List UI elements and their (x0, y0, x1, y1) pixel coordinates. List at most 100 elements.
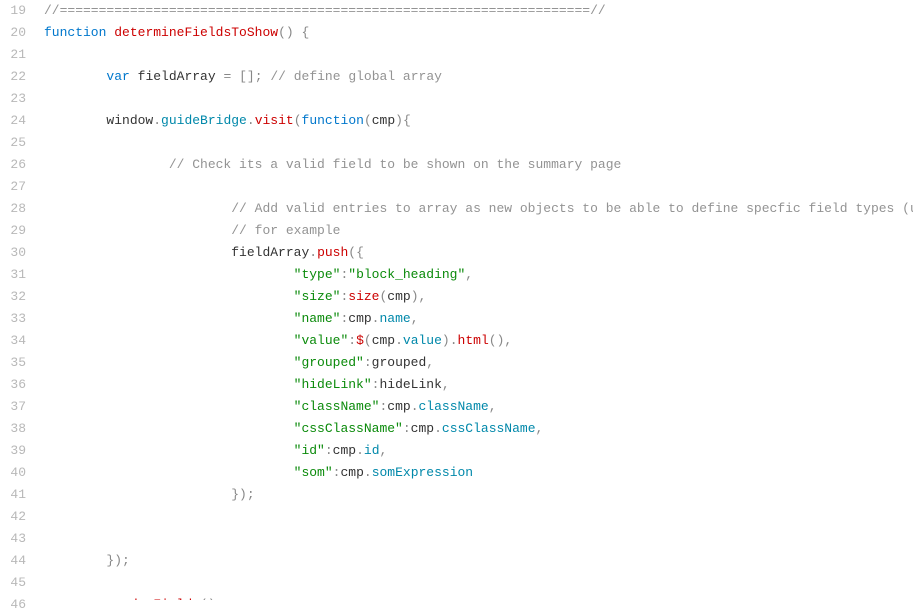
code-token: // define global array (270, 69, 442, 84)
code-line[interactable]: function determineFieldsToShow() { (44, 22, 913, 44)
line-number: 43 (0, 528, 26, 550)
code-token: . (247, 113, 255, 128)
code-line[interactable]: var fieldArray = []; // define global ar… (44, 66, 913, 88)
code-line[interactable]: fieldArray.push({ (44, 242, 913, 264)
code-token: cmp (411, 421, 434, 436)
code-token: , (419, 289, 427, 304)
code-token: "grouped" (294, 355, 364, 370)
code-token: . (395, 333, 403, 348)
line-number: 31 (0, 264, 26, 286)
line-number: 38 (0, 418, 26, 440)
code-line[interactable]: // Add valid entries to array as new obj… (44, 198, 913, 220)
code-token: grouped (372, 355, 427, 370)
code-token: cmp (387, 399, 410, 414)
code-line[interactable]: renderFields(); (44, 594, 913, 600)
code-line[interactable]: // Check its a valid field to be shown o… (44, 154, 913, 176)
code-token: somExpression (372, 465, 473, 480)
code-token: guideBridge (161, 113, 247, 128)
code-token: function (302, 113, 364, 128)
code-token: "cssClassName" (294, 421, 403, 436)
code-token: , (426, 355, 434, 370)
code-token: // Add valid entries to array as new obj… (231, 201, 913, 216)
code-line[interactable]: "hideLink":hideLink, (44, 374, 913, 396)
code-line[interactable] (44, 132, 913, 154)
line-number: 26 (0, 154, 26, 176)
code-line[interactable]: window.guideBridge.visit(function(cmp){ (44, 110, 913, 132)
code-line[interactable]: "className":cmp.className, (44, 396, 913, 418)
code-line[interactable]: }); (44, 484, 913, 506)
line-number: 20 (0, 22, 26, 44)
line-number: 24 (0, 110, 26, 132)
code-token: "id" (294, 443, 325, 458)
code-line[interactable] (44, 506, 913, 528)
code-token: : (403, 421, 411, 436)
code-token: }); (231, 487, 254, 502)
code-token: // for example (231, 223, 340, 238)
code-line[interactable]: "name":cmp.name, (44, 308, 913, 330)
line-number: 45 (0, 572, 26, 594)
code-token: cmp (372, 333, 395, 348)
code-line[interactable]: "grouped":grouped, (44, 352, 913, 374)
line-number: 29 (0, 220, 26, 242)
code-token: "size" (294, 289, 341, 304)
line-number: 35 (0, 352, 26, 374)
code-token: window (106, 113, 153, 128)
code-line[interactable]: "type":"block_heading", (44, 264, 913, 286)
code-token: "value" (294, 333, 349, 348)
code-line[interactable]: "som":cmp.somExpression (44, 462, 913, 484)
line-number: 30 (0, 242, 26, 264)
line-number: 39 (0, 440, 26, 462)
code-line[interactable] (44, 88, 913, 110)
code-token: . (309, 245, 317, 260)
code-token: }); (106, 553, 129, 568)
code-line[interactable]: //======================================… (44, 0, 913, 22)
code-line[interactable]: "size":size(cmp), (44, 286, 913, 308)
code-line[interactable] (44, 44, 913, 66)
code-token (44, 267, 294, 282)
code-token (44, 289, 294, 304)
code-line[interactable]: // for example (44, 220, 913, 242)
code-token: . (356, 443, 364, 458)
code-token: cmp (333, 443, 356, 458)
code-token: : (325, 443, 333, 458)
code-token: { (403, 113, 411, 128)
code-token (44, 113, 106, 128)
code-token (44, 223, 231, 238)
code-line[interactable]: "value":$(cmp.value).html(), (44, 330, 913, 352)
code-line[interactable] (44, 528, 913, 550)
code-token: : (364, 355, 372, 370)
code-token: ( (364, 113, 372, 128)
code-token: determineFieldsToShow (114, 25, 278, 40)
code-token: []; (239, 69, 262, 84)
code-token: //======================================… (44, 3, 606, 18)
code-token: , (411, 311, 419, 326)
code-line[interactable]: }); (44, 550, 913, 572)
line-number: 22 (0, 66, 26, 88)
code-line[interactable] (44, 176, 913, 198)
code-line[interactable]: "cssClassName":cmp.cssClassName, (44, 418, 913, 440)
line-number: 28 (0, 198, 26, 220)
code-token: ( (348, 245, 356, 260)
code-token: . (153, 113, 161, 128)
code-token: fieldArray (138, 69, 216, 84)
code-line[interactable] (44, 572, 913, 594)
code-token: () (489, 333, 505, 348)
line-number: 41 (0, 484, 26, 506)
line-number: 27 (0, 176, 26, 198)
line-number: 37 (0, 396, 26, 418)
code-token (44, 201, 231, 216)
code-token: , (489, 399, 497, 414)
code-token: cmp (348, 311, 371, 326)
code-token: cmp (340, 465, 363, 480)
code-token: { (301, 25, 309, 40)
code-area[interactable]: //======================================… (36, 0, 913, 600)
line-number: 33 (0, 308, 26, 330)
code-editor[interactable]: 1920212223242526272829303132333435363738… (0, 0, 913, 600)
code-token: : (348, 333, 356, 348)
code-line[interactable]: "id":cmp.id, (44, 440, 913, 462)
code-token: push (317, 245, 348, 260)
line-number: 34 (0, 330, 26, 352)
line-number: 25 (0, 132, 26, 154)
code-token: hideLink (379, 377, 441, 392)
line-number: 21 (0, 44, 26, 66)
